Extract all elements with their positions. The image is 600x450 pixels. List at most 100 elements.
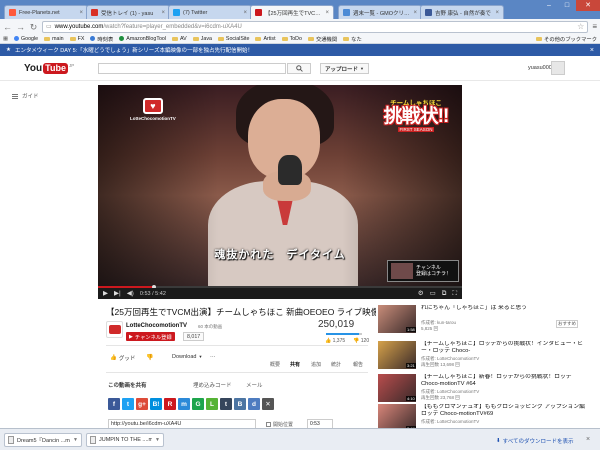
youtube-logo[interactable]: You Tube JP	[24, 63, 74, 74]
avatar[interactable]	[551, 61, 565, 75]
reload-icon[interactable]: ↻	[29, 21, 38, 33]
download-item[interactable]: JUMPIN TO THE ....mp4▼	[86, 433, 164, 447]
chevron-down-icon[interactable]: ▼	[155, 437, 160, 443]
share-tab-label[interactable]: この動画を共有	[108, 381, 147, 389]
search-input[interactable]	[98, 63, 286, 74]
more-share-icon[interactable]: ✕	[262, 398, 274, 410]
play-icon[interactable]: ▶	[103, 288, 108, 299]
tab-stats[interactable]: 統計	[331, 361, 341, 368]
bookmark-item[interactable]: Google	[14, 35, 38, 43]
channel-video-count[interactable]: 60 本の動画	[198, 324, 222, 330]
embed-tab-label[interactable]: 埋め込みコード	[193, 381, 232, 389]
download-button[interactable]: Download ▼	[172, 354, 202, 360]
close-shelf-icon[interactable]: ×	[586, 436, 590, 443]
reddit-icon[interactable]: R	[164, 398, 176, 410]
related-title[interactable]: 【チームしゃちほこ】新春！ロッテからの挑戦状！ロッテ Choco-motionT…	[421, 374, 586, 388]
bookmark-item[interactable]: なた	[343, 35, 362, 43]
tab-add-to[interactable]: 追加	[311, 361, 321, 368]
apps-icon[interactable]: ▦	[3, 36, 8, 42]
maximize-button[interactable]: □	[558, 0, 576, 11]
channel-avatar[interactable]	[106, 321, 123, 338]
facebook-icon[interactable]: f	[108, 398, 120, 410]
close-tab-icon[interactable]: ×	[243, 10, 247, 16]
bookmark-item[interactable]: 時刻表	[90, 35, 113, 43]
start-at-option[interactable]: 開始位置	[266, 421, 293, 428]
fullscreen-icon[interactable]: ⛶	[452, 288, 457, 299]
popout-icon[interactable]: ⧉	[442, 288, 447, 299]
theater-mode-icon[interactable]: ▭	[430, 288, 436, 299]
email-tab-label[interactable]: メール	[246, 381, 263, 389]
google-plus-icon[interactable]: g+	[136, 398, 148, 410]
show-all-downloads[interactable]: ⬇ すべてのダウンロードを表示	[496, 437, 574, 445]
bookmark-item[interactable]: FX	[69, 35, 84, 43]
start-at-checkbox[interactable]	[266, 422, 271, 427]
bookmark-item[interactable]: Artist	[255, 35, 276, 43]
digg-icon[interactable]: d	[248, 398, 260, 410]
upload-button[interactable]: アップロード ▼	[320, 63, 369, 74]
video-frame[interactable]: ♥ LotteChocomotionTV チームしゃちほこ 挑戦状!! FIRS…	[98, 85, 462, 286]
bookmark-star-icon[interactable]: ☆	[577, 22, 584, 31]
browser-tab[interactable]: 受信トレイ (1) - yasu ×	[86, 5, 170, 19]
annotation-thumbnail	[391, 263, 413, 279]
related-video-item[interactable]: 1:58 れにちゃん「しゃちほこ」は 来ると思う 作成者: kun-tarou 5,8…	[378, 305, 588, 335]
chrome-menu-icon[interactable]: ≡	[592, 22, 597, 31]
tab-favicon	[343, 9, 350, 16]
bookmark-item[interactable]: SocialSite	[217, 35, 249, 43]
close-tab-icon[interactable]: ×	[161, 10, 165, 16]
more-actions-button[interactable]: ···	[210, 354, 216, 360]
guide-button[interactable]: ガイド	[12, 92, 39, 100]
related-title[interactable]: 【ももクロマンデュオ】ももクロショッピング アップション編 ロッテ Choco-…	[421, 404, 586, 418]
close-tab-icon[interactable]: ×	[495, 10, 499, 16]
mixi-icon[interactable]: m	[178, 398, 190, 410]
settings-icon[interactable]: ⚙	[418, 288, 424, 299]
chevron-down-icon[interactable]: ▼	[73, 437, 78, 443]
next-icon[interactable]: ▶|	[114, 288, 121, 299]
browser-tab[interactable]: Free-Planets.net ×	[4, 5, 88, 19]
related-video-item[interactable]: 3:21 【チームしゃちほこ】ロッテからの挑戦状！インタビュー・ビー・ロッテ Ch…	[378, 341, 588, 371]
line-icon[interactable]: L	[206, 398, 218, 410]
browser-tab[interactable]: 【25万回再生でTVCM出 ×	[250, 5, 334, 19]
dislike-button[interactable]: 👎	[146, 354, 153, 361]
promo-banner[interactable]: ★ エンタメウィーク DAY 5:「水曜どうでしょう」新シリーズ本編映像の一部を…	[0, 44, 600, 56]
tab-share[interactable]: 共有	[290, 361, 300, 368]
related-title[interactable]: 【チームしゃちほこ】ロッテからの挑戦状！インタビュー・ビー・ロッテ Choco-	[421, 341, 586, 355]
forward-icon[interactable]: →	[16, 21, 25, 33]
like-button[interactable]: 👍 グッド	[110, 354, 135, 362]
address-bar[interactable]: ▭ www.youtube.com/watch?feature=player_e…	[42, 20, 589, 33]
volume-icon[interactable]: ◀)	[127, 288, 134, 299]
browser-tab[interactable]: 吉野 康弘 - 自然が奏で ×	[420, 5, 504, 19]
tab-about[interactable]: 概要	[270, 361, 280, 368]
bookmark-item[interactable]: main	[44, 35, 64, 43]
download-item[interactable]: Dream5『Dancin ...mp4▼	[4, 433, 82, 447]
subscribe-annotation[interactable]: チャンネル 登録はコチラ！	[387, 260, 459, 282]
channel-name[interactable]: LotteChocomotionTV	[126, 323, 187, 329]
bookmark-item[interactable]: Java	[192, 35, 212, 43]
bookmark-item[interactable]: ToDo	[281, 35, 302, 43]
related-video-item[interactable]: 4:10 【チームしゃちほこ】新春！ロッテからの挑戦状！ロッテ Choco-mot…	[378, 374, 588, 404]
back-icon[interactable]: ←	[3, 21, 12, 33]
subscribe-button[interactable]: ▶ チャンネル登録	[126, 332, 175, 341]
other-bookmarks[interactable]: その他のブックマーク	[536, 35, 597, 43]
tumblr-icon[interactable]: t	[220, 398, 232, 410]
close-window-button[interactable]: ✕	[576, 0, 600, 11]
goo-icon[interactable]: G	[192, 398, 204, 410]
folder-icon	[343, 36, 350, 41]
browser-tab[interactable]: (7) Twitter ×	[168, 5, 252, 19]
bookmark-item[interactable]: 交通機関	[307, 35, 337, 43]
hatena-icon[interactable]: B!	[150, 398, 162, 410]
vk-icon[interactable]: B	[234, 398, 246, 410]
browser-tab[interactable]: 週末一覧 - GMOクリック ×	[338, 5, 422, 19]
close-tab-icon[interactable]: ×	[325, 10, 329, 16]
bookmark-item[interactable]: AV	[172, 35, 187, 43]
close-tab-icon[interactable]: ×	[413, 10, 417, 16]
tab-report[interactable]: 報告	[353, 361, 363, 368]
minimize-button[interactable]: –	[540, 0, 558, 11]
video-player[interactable]: ♥ LotteChocomotionTV チームしゃちほこ 挑戦状!! FIRS…	[98, 85, 462, 299]
twitter-icon[interactable]: t	[122, 398, 134, 410]
related-title[interactable]: れにちゃん「しゃちほこ」は 来ると思う	[421, 305, 586, 312]
bookmark-item[interactable]: AmazonBlogTool	[119, 35, 166, 43]
search-button[interactable]	[287, 63, 311, 74]
youtube-play-icon: ▶	[129, 333, 133, 340]
close-banner-icon[interactable]: ×	[590, 47, 594, 54]
close-tab-icon[interactable]: ×	[79, 10, 83, 16]
